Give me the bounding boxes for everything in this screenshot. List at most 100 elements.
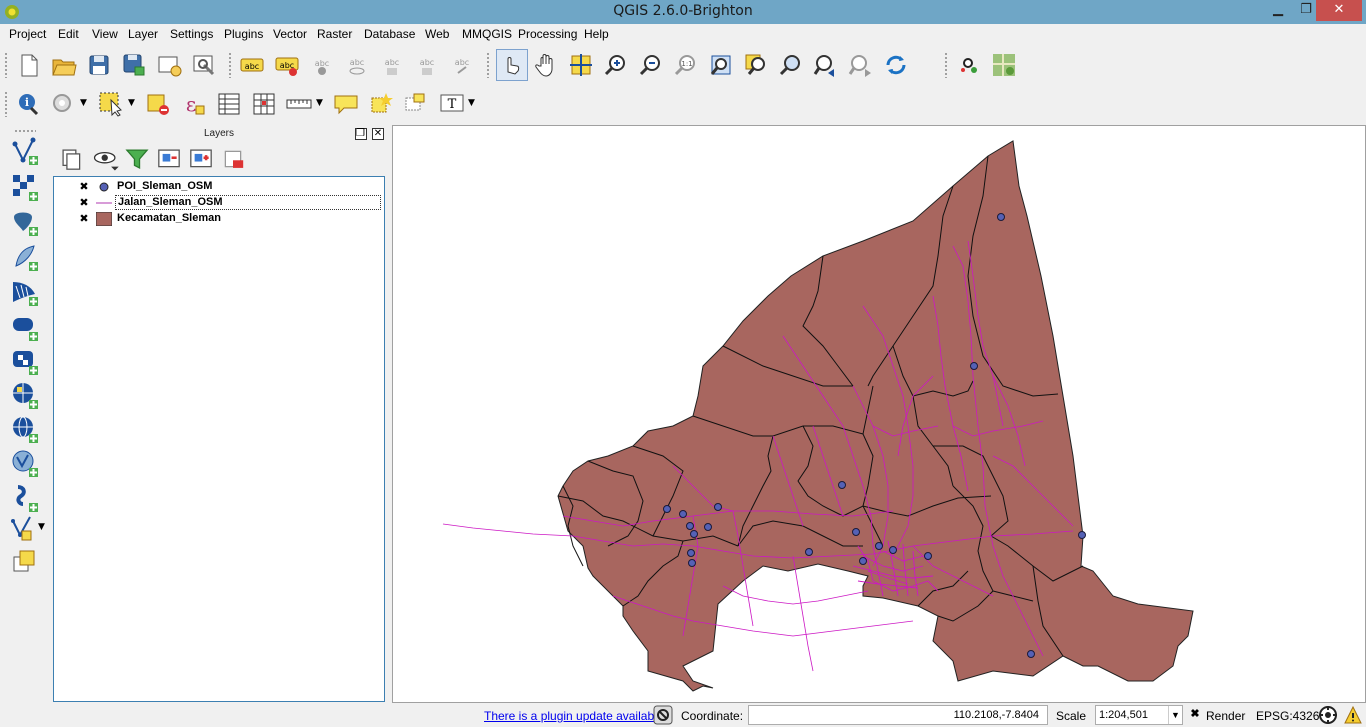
- coordinate-field[interactable]: 110.2108,-7.8404: [748, 705, 1048, 725]
- scale-combobox[interactable]: 1:204,501 ▼: [1095, 705, 1183, 725]
- menu-database[interactable]: Database: [364, 27, 415, 41]
- menu-web[interactable]: Web: [425, 27, 449, 41]
- zoom-last-icon[interactable]: [812, 51, 840, 79]
- menu-layer[interactable]: Layer: [128, 27, 158, 41]
- menu-vector[interactable]: Vector: [273, 27, 307, 41]
- map-render[interactable]: [393, 126, 1366, 703]
- pin-labels-icon[interactable]: abc: [273, 51, 301, 79]
- float-panel-button[interactable]: ❐: [354, 128, 367, 140]
- menu-plugins[interactable]: Plugins: [224, 27, 263, 41]
- chevron-down-icon[interactable]: ▼: [38, 522, 45, 532]
- zoom-in-icon[interactable]: [602, 51, 630, 79]
- zoom-out-icon[interactable]: [637, 51, 665, 79]
- map-canvas[interactable]: [392, 125, 1366, 703]
- rotate-label-icon[interactable]: abc: [378, 51, 406, 79]
- chevron-down-icon[interactable]: ▼: [128, 98, 135, 108]
- crs-status[interactable]: EPSG:4326: [1256, 709, 1319, 723]
- save-as-icon[interactable]: [120, 51, 148, 79]
- new-print-composer-icon[interactable]: [155, 51, 183, 79]
- move-label-icon[interactable]: abc: [343, 51, 371, 79]
- close-button[interactable]: ✕: [1316, 0, 1362, 21]
- save-project-icon[interactable]: [85, 51, 113, 79]
- toolbar-grip[interactable]: [4, 91, 8, 117]
- field-calculator-icon[interactable]: [250, 90, 278, 118]
- plugin-update-link[interactable]: There is a plugin update available: [484, 709, 663, 723]
- add-group-icon[interactable]: [58, 145, 81, 170]
- filter-legend-icon[interactable]: [123, 145, 149, 169]
- attribute-table-icon[interactable]: [215, 90, 243, 118]
- add-wms-layer-icon[interactable]: [10, 380, 40, 410]
- text-annotation-icon[interactable]: T: [438, 90, 466, 118]
- deselect-icon[interactable]: [145, 90, 173, 118]
- crs-projection-icon[interactable]: [1318, 705, 1338, 725]
- open-project-icon[interactable]: [50, 51, 78, 79]
- toolbar-grip[interactable]: [4, 52, 8, 78]
- zoom-to-layer-icon[interactable]: [777, 51, 805, 79]
- layer-row-kecamatan[interactable]: ✖ Kecamatan_Sleman: [54, 211, 384, 227]
- chevron-down-icon[interactable]: ▼: [1168, 706, 1182, 724]
- remove-layer-icon[interactable]: [219, 145, 244, 168]
- change-label-icon[interactable]: abc: [413, 51, 441, 79]
- menu-settings[interactable]: Settings: [170, 27, 213, 41]
- chevron-down-icon[interactable]: ▼: [468, 98, 475, 108]
- add-raster-layer-icon[interactable]: [10, 172, 40, 202]
- expand-all-icon[interactable]: [155, 145, 180, 168]
- new-shapefile-icon[interactable]: [10, 513, 40, 543]
- openlayers-icon[interactable]: [990, 51, 1018, 79]
- layer-visibility-checkbox[interactable]: ✖: [78, 197, 90, 209]
- new-bookmark-icon[interactable]: [367, 90, 395, 118]
- menu-processing[interactable]: Processing: [518, 27, 577, 41]
- map-tips-icon[interactable]: [332, 90, 360, 118]
- add-wcs-layer-icon[interactable]: [10, 414, 40, 444]
- toolbar-grip[interactable]: [944, 52, 948, 78]
- zoom-native-icon[interactable]: 1:1: [672, 51, 700, 79]
- run-feature-action-icon[interactable]: [49, 90, 77, 118]
- menu-edit[interactable]: Edit: [58, 27, 79, 41]
- menu-help[interactable]: Help: [584, 27, 609, 41]
- layer-labeling-icon[interactable]: abc: [238, 51, 266, 79]
- close-panel-button[interactable]: ✕: [372, 128, 384, 140]
- layer-row-jalan[interactable]: ✖ Jalan_Sleman_OSM: [54, 195, 384, 211]
- toolbar-grip[interactable]: [486, 52, 490, 78]
- zoom-to-selection-icon[interactable]: [742, 51, 770, 79]
- zoom-full-icon[interactable]: [707, 51, 735, 79]
- zoom-next-icon[interactable]: [847, 51, 875, 79]
- warning-icon[interactable]: [1343, 705, 1363, 725]
- show-bookmarks-icon[interactable]: [402, 90, 430, 118]
- chevron-down-icon[interactable]: ▼: [316, 98, 323, 108]
- label-tool-icon[interactable]: abc: [448, 51, 476, 79]
- pan-icon[interactable]: [533, 51, 561, 79]
- collapse-all-icon[interactable]: [187, 145, 212, 168]
- add-wfs-layer-icon[interactable]: [10, 448, 40, 478]
- add-mssql-layer-icon[interactable]: [10, 277, 40, 307]
- touch-zoom-icon[interactable]: [496, 49, 528, 81]
- pan-to-selection-icon[interactable]: [567, 51, 595, 79]
- add-spatialite-layer-icon[interactable]: [10, 242, 40, 272]
- toolbar-grip[interactable]: [14, 129, 36, 133]
- visibility-icon[interactable]: [92, 145, 119, 171]
- add-vector-layer-icon[interactable]: [10, 136, 40, 166]
- render-checkbox[interactable]: ✖: [1189, 709, 1201, 721]
- minimize-button[interactable]: ▁: [1264, 0, 1292, 21]
- toolbar-grip[interactable]: [228, 52, 232, 78]
- layer-visibility-checkbox[interactable]: ✖: [78, 181, 90, 193]
- chevron-down-icon[interactable]: ▼: [80, 98, 87, 108]
- refresh-icon[interactable]: [882, 51, 910, 79]
- select-by-expression-icon[interactable]: ε: [180, 90, 208, 118]
- menu-project[interactable]: Project: [9, 27, 46, 41]
- new-project-icon[interactable]: [15, 51, 43, 79]
- add-delimited-text-icon[interactable]: [10, 483, 40, 513]
- georeferencer-icon[interactable]: [955, 51, 983, 79]
- add-oracle-layer-icon[interactable]: [10, 312, 40, 342]
- add-virtual-layer-icon[interactable]: [10, 547, 40, 577]
- add-postgis-layer-icon[interactable]: [10, 207, 40, 237]
- toggle-extents-icon[interactable]: [653, 705, 673, 725]
- measure-line-icon[interactable]: [285, 90, 313, 118]
- menu-mmqgis[interactable]: MMQGIS: [462, 27, 512, 41]
- add-sqlanywhere-layer-icon[interactable]: [10, 346, 40, 376]
- layer-row-poi[interactable]: ✖ POI_Sleman_OSM: [54, 179, 384, 195]
- menu-raster[interactable]: Raster: [317, 27, 352, 41]
- composer-manager-icon[interactable]: [190, 51, 218, 79]
- show-labels-icon[interactable]: abc: [308, 51, 336, 79]
- select-features-icon[interactable]: [97, 90, 125, 118]
